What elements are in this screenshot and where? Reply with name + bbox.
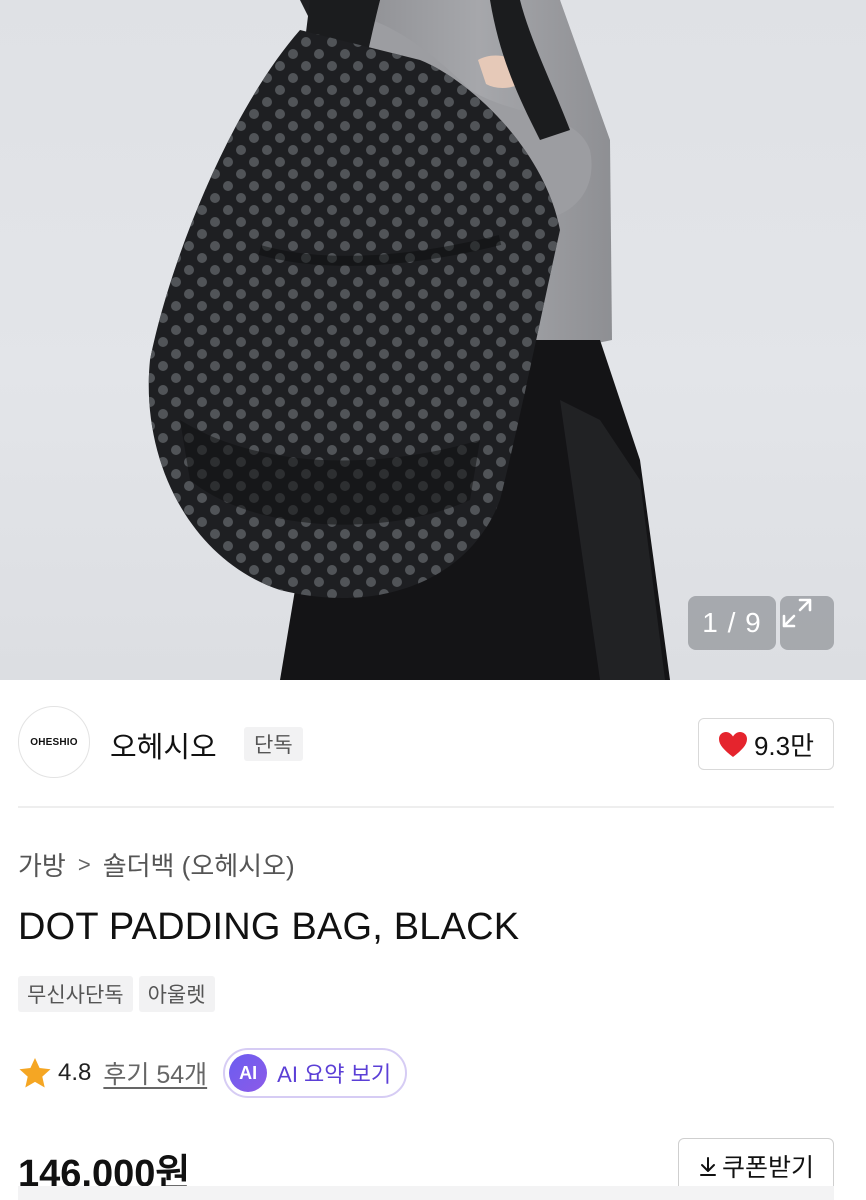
divider <box>18 806 834 808</box>
heart-icon <box>718 731 747 757</box>
brand-row: OHESHIO 오헤시오 단독 9.3만 <box>18 706 834 780</box>
brand-logo-text: OHESHIO <box>30 736 78 748</box>
bottom-section-edge <box>18 1186 834 1200</box>
product-tags: 무신사단독 아울렛 <box>18 976 215 1012</box>
rating-row: 4.8 후기 54개 AI AI 요약 보기 <box>18 1048 408 1098</box>
download-icon <box>699 1157 716 1176</box>
expand-image-button[interactable] <box>780 596 834 650</box>
product-image[interactable]: 1 / 9 <box>0 0 866 680</box>
ai-summary-button[interactable]: AI AI 요약 보기 <box>223 1048 408 1098</box>
ai-badge-icon: AI <box>229 1054 268 1092</box>
exclusive-badge: 단독 <box>244 727 303 761</box>
like-button[interactable]: 9.3만 <box>698 718 834 770</box>
model-with-bag-illustration <box>148 0 670 680</box>
expand-icon <box>782 598 812 628</box>
breadcrumb: 가방 > 숄더백 (오헤시오) <box>18 846 295 883</box>
product-title: DOT PADDING BAG, BLACK <box>18 906 520 948</box>
like-count: 9.3만 <box>753 730 815 761</box>
breadcrumb-item-category[interactable]: 가방 <box>18 846 66 883</box>
breadcrumb-item-subcategory[interactable]: 숄더백 (오헤시오) <box>103 846 295 883</box>
brand-logo[interactable]: OHESHIO <box>18 706 90 778</box>
rating-value: 4.8 <box>58 1059 92 1086</box>
chevron-right-icon: > <box>77 851 91 877</box>
tag-exclusive: 무신사단독 <box>18 976 133 1012</box>
review-count-link[interactable]: 후기 54개 <box>103 1055 207 1091</box>
coupon-button-label: 쿠폰받기 <box>721 1154 814 1182</box>
tag-outlet: 아울렛 <box>138 976 215 1012</box>
brand-name-link[interactable]: 오헤시오 <box>110 724 217 766</box>
image-pager: 1 / 9 <box>688 596 776 650</box>
ai-summary-label: AI 요약 보기 <box>277 1062 392 1087</box>
star-icon <box>19 1058 51 1088</box>
